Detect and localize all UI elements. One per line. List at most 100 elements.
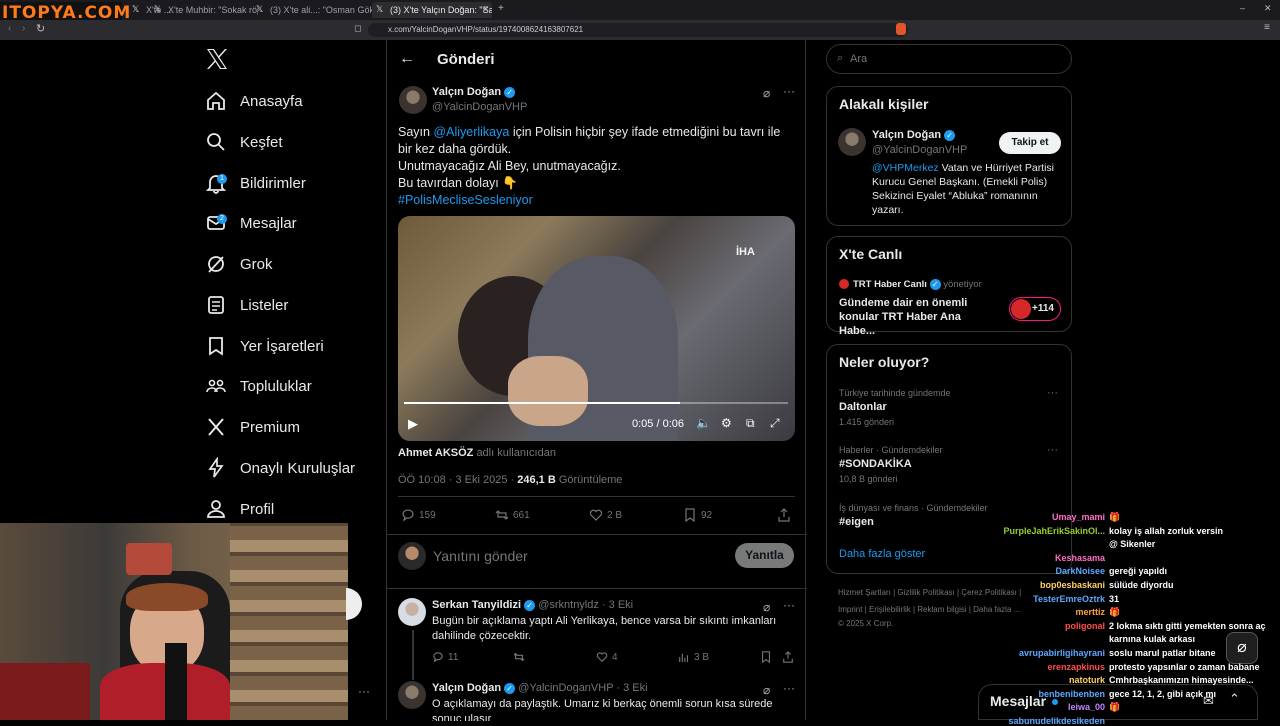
- reply-button[interactable]: 11: [432, 651, 458, 663]
- nav-item-topluluklar[interactable]: Topluluklar: [205, 371, 312, 401]
- grok-explain-icon[interactable]: ⌀: [763, 600, 770, 614]
- list-icon: [205, 294, 227, 316]
- search-input[interactable]: ⌕ Ara: [826, 44, 1072, 74]
- close-tab-icon[interactable]: ✕: [482, 4, 490, 15]
- share-button[interactable]: [777, 508, 795, 522]
- minimize-icon[interactable]: –: [1240, 3, 1245, 13]
- chat-text: 🎁: [1109, 607, 1121, 618]
- nav-item-label: Keşfet: [240, 133, 283, 151]
- url-input[interactable]: x.com/YalcinDoganVHP/status/197400862416…: [368, 23, 908, 37]
- mention-link[interactable]: @Aliyerlikaya: [433, 125, 509, 139]
- nav-item-anasayfa[interactable]: Anasayfa: [205, 86, 303, 116]
- live-listeners[interactable]: +114: [1009, 297, 1061, 321]
- repost-button[interactable]: [513, 651, 529, 663]
- hashtag-link[interactable]: #PolisMecliseSesleniyor: [398, 193, 533, 207]
- nav-item-grok[interactable]: Grok: [205, 249, 273, 279]
- nav-item-bildirimler[interactable]: 1 Bildirimler: [205, 168, 306, 198]
- mention-link[interactable]: @VHPMerkez: [872, 162, 939, 174]
- bookmark-button[interactable]: 92: [683, 508, 712, 522]
- reload-icon[interactable]: ↻: [36, 22, 45, 35]
- reply-header[interactable]: Serkan Tanyildizi ✓ @srkntnyldz · 3 Eki: [432, 599, 633, 611]
- brave-shield-icon[interactable]: [896, 23, 906, 35]
- author-name[interactable]: Yalçın Doğan ✓: [432, 86, 516, 98]
- nav-item-keşfet[interactable]: Keşfet: [205, 127, 283, 157]
- more-options-icon[interactable]: ···: [783, 84, 795, 98]
- settings-icon[interactable]: ⚙: [721, 416, 732, 430]
- own-avatar[interactable]: [398, 542, 426, 570]
- more-options-icon[interactable]: ···: [1047, 444, 1058, 456]
- trend-name[interactable]: #SONDAKİKA: [839, 458, 912, 470]
- new-tab-icon[interactable]: +: [498, 3, 504, 14]
- tagged-user[interactable]: Ahmet AKSÖZ adlı kullanıcıdan: [398, 447, 556, 459]
- reply-submit-button[interactable]: Yanıtla: [735, 543, 794, 568]
- nav-item-onaylı-kuruluşlar[interactable]: Onaylı Kuruluşlar: [205, 453, 355, 483]
- verified-badge-icon: ✓: [524, 599, 536, 611]
- bell-icon: 1: [205, 172, 227, 194]
- back-icon[interactable]: ‹: [8, 23, 11, 34]
- back-arrow-icon[interactable]: ←: [399, 50, 415, 68]
- fullscreen-icon[interactable]: ⤢: [770, 416, 780, 431]
- live-host[interactable]: TRT Haber Canlı ✓ yönetiyor: [853, 279, 982, 290]
- nav-item-label: Topluluklar: [240, 377, 312, 395]
- bookmark-page-icon[interactable]: ◻: [354, 23, 361, 34]
- compose-fab[interactable]: [346, 588, 362, 620]
- chat-message: avrupabirligihayrani soslu marul patlar b…: [960, 648, 1216, 658]
- video-watermark: İHA: [736, 246, 755, 258]
- chat-username: Keshasama: [1054, 552, 1105, 563]
- nav-item-listeler[interactable]: Listeler: [205, 290, 288, 320]
- x-logo-icon: 𝕏: [132, 4, 140, 14]
- reply-header[interactable]: Yalçın Doğan ✓ @YalcinDoganVHP · 3 Eki: [432, 682, 648, 694]
- nav-item-yer-i̇şaretleri[interactable]: Yer İşaretleri: [205, 331, 324, 361]
- volume-icon[interactable]: 🔈: [696, 416, 711, 430]
- browser-tab[interactable]: 𝕏 X'te Muhbir: "Sokak röportajında: [150, 2, 258, 18]
- related-people-card: Alakalı kişiler Yalçın Doğan ✓ @YalcinDo…: [826, 86, 1072, 226]
- like-button[interactable]: 2 B: [589, 508, 622, 522]
- chat-message: DarkNoisee gereği yapıldı: [960, 566, 1167, 576]
- more-options-icon[interactable]: ···: [783, 681, 795, 695]
- chat-text: karnına kulak arkası: [1109, 634, 1196, 645]
- play-icon[interactable]: ▶: [408, 416, 418, 432]
- related-avatar[interactable]: [838, 128, 866, 156]
- grok-explain-icon[interactable]: ⌀: [763, 683, 770, 697]
- share-button[interactable]: [782, 651, 798, 663]
- views-button[interactable]: 3 B: [678, 651, 709, 663]
- browser-tab[interactable]: 𝕏 (3) X'te ali...: "Osman Gökçek gib: [252, 2, 372, 18]
- reply-button[interactable]: 159: [401, 508, 436, 522]
- nav-item-label: Yer İşaretleri: [240, 337, 324, 355]
- nav-item-mesajlar[interactable]: 2 Mesajlar: [205, 208, 297, 238]
- video-progress-track[interactable]: [404, 402, 788, 404]
- reply-avatar[interactable]: [398, 681, 426, 709]
- video-player[interactable]: İHA ▶ 0:05 / 0:06 🔈 ⚙ ⧉ ⤢: [398, 216, 795, 441]
- reply-icon: [402, 509, 414, 522]
- like-button[interactable]: 4: [596, 651, 618, 663]
- trend-name[interactable]: Daltonlar: [839, 401, 887, 413]
- more-options-icon[interactable]: ···: [783, 598, 795, 612]
- nav-item-premium[interactable]: Premium: [205, 412, 300, 442]
- window-close-icon[interactable]: ✕: [1264, 3, 1272, 14]
- expand-icon[interactable]: ⌃: [1229, 691, 1240, 707]
- x-home-logo-icon[interactable]: [205, 48, 229, 73]
- live-title[interactable]: Gündeme dair en önemli konular TRT Haber…: [839, 296, 999, 338]
- more-icon[interactable]: ···: [358, 684, 370, 698]
- related-name[interactable]: Yalçın Doğan ✓: [872, 129, 956, 141]
- grok-float-icon[interactable]: ⌀: [1226, 632, 1258, 664]
- author-avatar[interactable]: [399, 86, 427, 114]
- reply-input[interactable]: Yanıtını gönder: [433, 548, 528, 564]
- show-more-link[interactable]: Daha fazla göster: [839, 548, 925, 560]
- repost-button[interactable]: 661: [495, 508, 530, 522]
- trend-name[interactable]: #eigen: [839, 516, 874, 528]
- more-options-icon[interactable]: ···: [1047, 387, 1058, 399]
- dock-icon[interactable]: ⧉: [746, 416, 755, 431]
- bookmark-button[interactable]: [760, 651, 776, 663]
- follow-button[interactable]: Takip et: [999, 132, 1061, 154]
- menu-icon[interactable]: ≡: [1264, 22, 1270, 33]
- chat-username: natoturk: [1069, 675, 1105, 686]
- nav-item-profil[interactable]: Profil: [205, 494, 274, 524]
- browser-tab-active[interactable]: 𝕏 (3) X'te Yalçın Doğan: "Sayın @Ali: [372, 2, 492, 18]
- reply-avatar[interactable]: [398, 598, 426, 626]
- forward-icon[interactable]: ›: [22, 23, 25, 34]
- related-handle[interactable]: @YalcinDoganVHP: [872, 144, 967, 156]
- chat-message: natoturk Cmhrbaşkanımızın himayesinde...: [960, 675, 1254, 685]
- author-handle[interactable]: @YalcinDoganVHP: [432, 101, 527, 113]
- grok-explain-icon[interactable]: ⌀: [763, 86, 770, 100]
